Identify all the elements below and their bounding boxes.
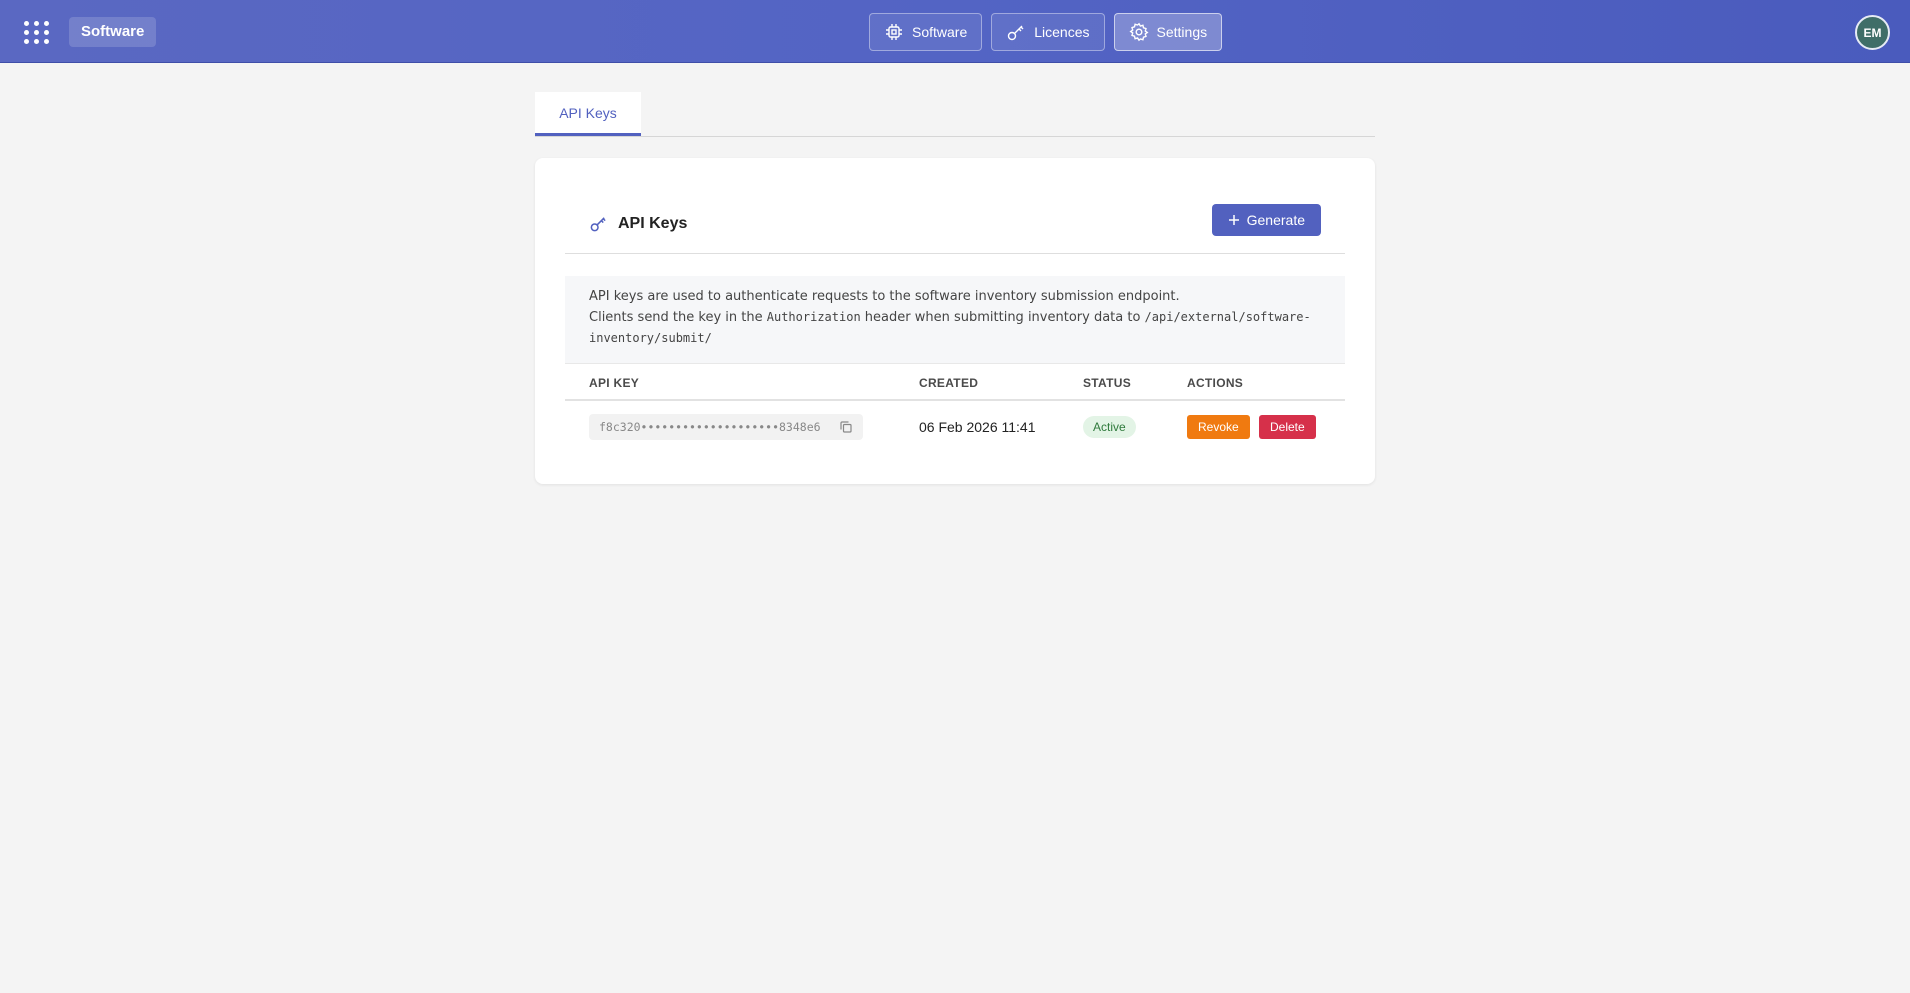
nav-licences-button[interactable]: Licences	[991, 13, 1105, 51]
card-title: API Keys	[589, 214, 687, 233]
key-icon	[1008, 25, 1024, 41]
nav-software-button[interactable]: Software	[869, 13, 983, 51]
delete-button[interactable]: Delete	[1259, 415, 1316, 439]
info-line-2: Clients send the key in the Authorizatio…	[589, 307, 1321, 349]
nav-software-label: Software	[912, 24, 968, 40]
api-key-value: f8c320••••••••••••••••••••8348e6	[589, 414, 863, 440]
key-icon	[590, 217, 606, 232]
main-nav: Software Licences Settings	[869, 13, 1223, 51]
api-info-box: API keys are used to authenticate reques…	[565, 276, 1345, 364]
apps-grid-icon[interactable]	[20, 15, 54, 49]
nav-settings-button[interactable]: Settings	[1113, 13, 1223, 51]
info-line-1: API keys are used to authenticate reques…	[589, 289, 1180, 304]
api-key-text: f8c320••••••••••••••••••••8348e6	[599, 420, 821, 434]
tab-api-keys[interactable]: API Keys	[535, 92, 641, 136]
api-keys-card: API Keys Generate API keys are used to a…	[535, 158, 1375, 484]
card-title-text: API Keys	[618, 214, 688, 232]
copy-icon[interactable]	[839, 420, 853, 434]
info-text-a: Clients send the key in the	[589, 310, 767, 325]
nav-settings-label: Settings	[1156, 24, 1208, 40]
column-created: CREATED	[919, 376, 979, 390]
created-date: 06 Feb 2026 11:41	[919, 419, 1036, 435]
chip-icon	[886, 24, 902, 40]
settings-tabs: API Keys	[535, 92, 1375, 137]
column-api-key: API KEY	[589, 376, 640, 390]
app-brand[interactable]: Software	[69, 17, 157, 47]
table-header: API KEY CREATED STATUS ACTIONS	[565, 364, 1345, 401]
info-text-b: header when submitting inventory data to	[860, 310, 1145, 325]
revoke-button[interactable]: Revoke	[1187, 415, 1250, 439]
nav-licences-label: Licences	[1034, 24, 1090, 40]
table-row: f8c320••••••••••••••••••••8348e6 06 Feb …	[565, 401, 1345, 457]
top-navbar: Software Software Licences Settings EM	[0, 0, 1910, 63]
column-actions: ACTIONS	[1187, 376, 1244, 390]
column-status: STATUS	[1083, 376, 1132, 390]
gear-icon	[1128, 22, 1149, 42]
user-avatar[interactable]: EM	[1855, 15, 1890, 50]
plus-icon	[1228, 215, 1239, 225]
info-code-authorization: Authorization	[766, 310, 861, 324]
status-badge: Active	[1083, 416, 1136, 438]
generate-label: Generate	[1246, 212, 1305, 228]
generate-button[interactable]: Generate	[1211, 204, 1321, 236]
card-header: API Keys Generate	[565, 204, 1345, 254]
